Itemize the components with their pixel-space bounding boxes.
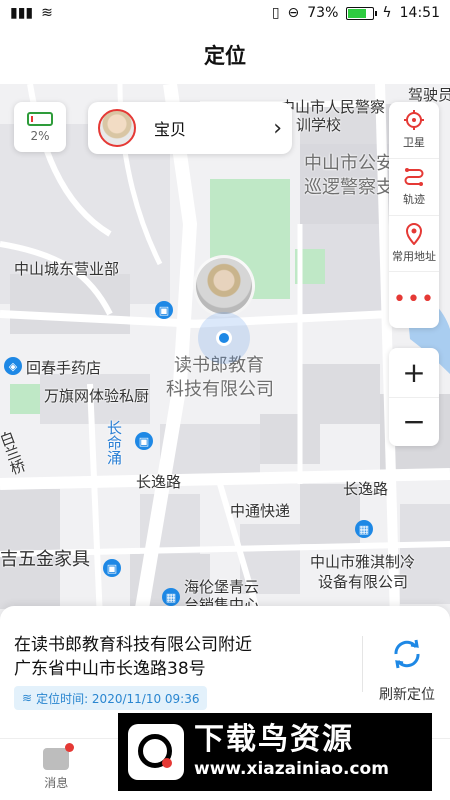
location-time: 定位时间: 2020/11/10 09:36 xyxy=(36,691,200,706)
page-title: 定位 xyxy=(204,44,246,68)
zoom-controls: + − xyxy=(389,348,439,446)
nav-messages-label: 消息 xyxy=(44,776,69,790)
device-battery-percent: 2% xyxy=(30,128,50,143)
saved-address-label: 常用地址 xyxy=(392,249,436,263)
track-button[interactable]: 轨迹 xyxy=(389,159,439,216)
map-tools: 卫星 轨迹 常用地址 ••• xyxy=(389,102,439,328)
location-time-badge: ≋ 定位时间: 2020/11/10 09:36 xyxy=(14,686,208,710)
bus-stop-icon: ▣ xyxy=(155,301,173,319)
track-label: 轨迹 xyxy=(403,193,425,207)
satellite-icon xyxy=(404,110,424,131)
refresh-icon xyxy=(394,639,420,669)
watermark-title: 下载鸟资源 xyxy=(194,722,354,757)
watermark-logo-icon xyxy=(128,724,184,780)
track-icon xyxy=(404,168,424,187)
zoom-in-button[interactable]: + xyxy=(389,348,439,398)
bus-stop-icon-3: ▣ xyxy=(103,559,121,577)
battery-icon xyxy=(346,6,378,20)
map-label-changyi-left: 长逸路 xyxy=(136,473,182,491)
map-label-changming: 长命涌 xyxy=(105,420,123,465)
saved-address-button[interactable]: 常用地址 xyxy=(389,216,439,273)
refresh-location-button[interactable]: 刷新定位 xyxy=(370,636,444,704)
wifi-signal-icon: ≋ xyxy=(22,691,33,705)
map-label-yaqi: 中山市雅淇制冷 xyxy=(310,553,416,571)
map-label-police-school-2: 训学校 xyxy=(296,116,342,134)
building-poi-icon-2: ▦ xyxy=(162,588,180,606)
watermark: 下载鸟资源 www.xiazainiao.com xyxy=(118,713,432,791)
device-battery-widget: 2% xyxy=(14,102,66,152)
dnd-icon: ⊖ xyxy=(287,5,300,21)
map-label-business-office: 中山城东营业部 xyxy=(14,260,120,278)
child-name: 宝贝 xyxy=(154,120,187,139)
child-selector[interactable]: 宝贝 › xyxy=(88,102,292,154)
child-avatar-marker[interactable] xyxy=(193,255,255,317)
panel-divider xyxy=(362,636,363,692)
charging-icon: ϟ xyxy=(382,5,392,21)
location-address: 广东省中山市长逸路38号 xyxy=(14,659,206,679)
child-avatar xyxy=(98,109,136,147)
map-label-poi-name-2: 科技有限公司 xyxy=(166,379,274,400)
signal-icon: ▮▮▮ xyxy=(10,5,34,21)
title-bar: 定位 xyxy=(0,26,450,84)
wifi-icon: ≋ xyxy=(41,5,53,21)
device-battery-icon xyxy=(27,111,53,126)
refresh-label: 刷新定位 xyxy=(379,687,435,703)
vibrate-icon: ▯ xyxy=(271,5,280,21)
satellite-button[interactable]: 卫星 xyxy=(389,102,439,159)
location-place: 在读书郎教育科技有限公司附近 xyxy=(14,635,252,655)
message-icon xyxy=(43,743,75,770)
nav-messages[interactable]: 消息 xyxy=(0,739,113,800)
more-button[interactable]: ••• xyxy=(389,272,439,328)
map-label-police-patrol: 中山市公安 xyxy=(304,153,394,174)
status-bar: ▮▮▮ ≋ ▯ ⊖ 73% ϟ 14:51 xyxy=(0,0,450,26)
more-icon: ••• xyxy=(393,287,435,313)
pharmacy-pin-icon: ◈ xyxy=(4,357,22,375)
current-location-marker xyxy=(198,312,250,364)
chevron-right-icon: › xyxy=(273,115,282,141)
battery-percent: 73% xyxy=(307,5,339,21)
clock: 14:51 xyxy=(399,5,440,21)
map-label-kitchen: 万旗网体验私厨 xyxy=(44,387,150,405)
location-dot-icon xyxy=(216,330,232,346)
watermark-url: www.xiazainiao.com xyxy=(194,759,389,779)
satellite-label: 卫星 xyxy=(403,136,425,150)
zoom-out-button[interactable]: − xyxy=(389,398,439,447)
map-label-yaqi-2: 设备有限公司 xyxy=(318,573,409,591)
map-label-pharmacy: 回春手药店 xyxy=(26,359,102,377)
unread-badge xyxy=(65,743,75,752)
map-label-police-patrol-2: 巡逻警察支 xyxy=(304,177,394,198)
location-pin-icon xyxy=(405,222,423,245)
map-label-changyi-right: 长逸路 xyxy=(343,480,389,498)
map-label-furniture: 吉五金家具 xyxy=(0,549,90,570)
bus-stop-icon-2: ▣ xyxy=(135,432,153,450)
map-label-express: 中通快递 xyxy=(230,502,291,520)
building-poi-icon: ▦ xyxy=(355,520,373,538)
